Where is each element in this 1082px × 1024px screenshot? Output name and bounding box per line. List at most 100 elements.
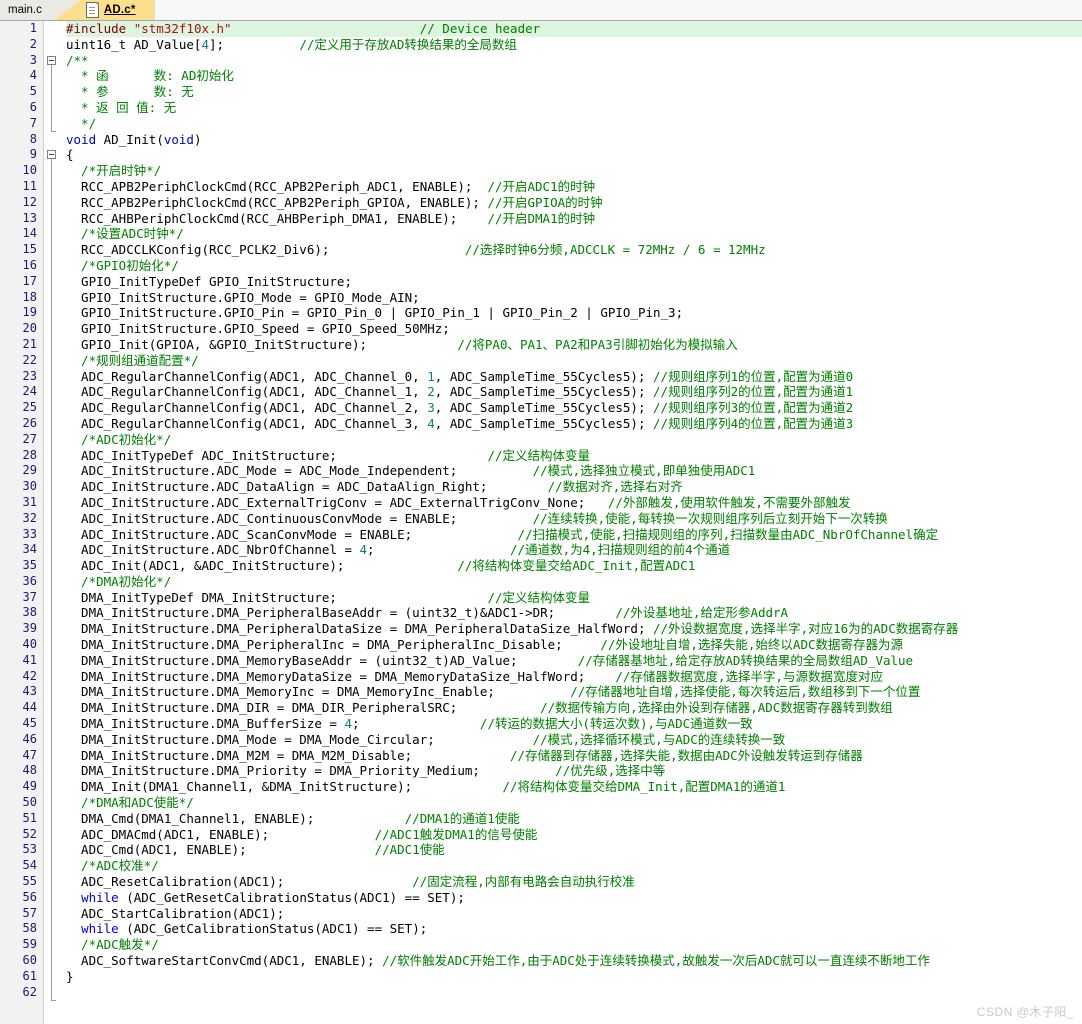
- code-line[interactable]: /*设置ADC时钟*/: [66, 226, 1082, 242]
- code-line[interactable]: ADC_InitStructure.ADC_DataAlign = ADC_Da…: [66, 479, 1082, 495]
- code-token: void: [163, 131, 194, 147]
- code-line[interactable]: #include "stm32f10x.h" // Device header: [66, 21, 1082, 37]
- code-line[interactable]: ADC_InitStructure.ADC_NbrOfChannel = 4; …: [66, 542, 1082, 558]
- source-code-area[interactable]: #include "stm32f10x.h" // Device header u…: [62, 21, 1082, 1024]
- code-line[interactable]: DMA_InitStructure.DMA_Priority = DMA_Pri…: [66, 763, 1082, 779]
- line-number: 57: [22, 905, 37, 920]
- code-line[interactable]: ADC_InitStructure.ADC_ExternalTrigConv =…: [66, 495, 1082, 511]
- code-line[interactable]: * 参 数: 无: [66, 84, 1082, 100]
- code-line[interactable]: uint16_t AD_Value[4]; //定义用于存放AD转换结果的全局数…: [66, 37, 1082, 53]
- code-token: * 参 数: 无: [66, 84, 194, 100]
- code-token: 2: [427, 384, 435, 400]
- code-line[interactable]: /*ADC触发*/: [66, 937, 1082, 953]
- code-line[interactable]: * 返 回 值: 无: [66, 100, 1082, 116]
- code-line[interactable]: }: [66, 969, 1082, 985]
- tab-ad-c[interactable]: AD.c*: [81, 0, 154, 20]
- line-number: 56: [22, 889, 37, 904]
- code-token: //外设基地址,给定形参AddrA: [615, 605, 789, 621]
- code-line[interactable]: RCC_APB2PeriphClockCmd(RCC_APB2Periph_GP…: [66, 195, 1082, 211]
- code-token: DMA_InitTypeDef DMA_InitStructure;: [66, 589, 488, 605]
- code-line[interactable]: GPIO_InitStructure.GPIO_Mode = GPIO_Mode…: [66, 290, 1082, 306]
- code-line[interactable]: /*开启时钟*/: [66, 163, 1082, 179]
- code-token: ADC_Init(ADC1, &ADC_InitStructure);: [66, 558, 458, 574]
- line-number: 33: [22, 526, 37, 541]
- code-line[interactable]: ADC_InitStructure.ADC_Mode = ADC_Mode_In…: [66, 463, 1082, 479]
- code-line[interactable]: DMA_InitStructure.DMA_MemoryInc = DMA_Me…: [66, 684, 1082, 700]
- code-line[interactable]: DMA_InitStructure.DMA_DIR = DMA_DIR_Peri…: [66, 700, 1082, 716]
- code-line[interactable]: /*DMA和ADC使能*/: [66, 795, 1082, 811]
- code-token: * 函 数: AD初始化: [66, 68, 234, 84]
- code-line[interactable]: GPIO_InitStructure.GPIO_Speed = GPIO_Spe…: [66, 321, 1082, 337]
- code-token: * 返 回 值: 无: [66, 99, 177, 115]
- code-line[interactable]: DMA_InitStructure.DMA_MemoryDataSize = D…: [66, 669, 1082, 685]
- tab-main-c[interactable]: main.c: [0, 0, 56, 20]
- code-line[interactable]: ADC_RegularChannelConfig(ADC1, ADC_Chann…: [66, 400, 1082, 416]
- code-token: ADC_StartCalibration(ADC1);: [66, 905, 285, 921]
- code-line[interactable]: {: [66, 147, 1082, 163]
- code-token: ADC_InitStructure.ADC_Mode = ADC_Mode_In…: [66, 463, 533, 479]
- code-line[interactable]: void AD_Init(void): [66, 132, 1082, 148]
- code-line[interactable]: while (ADC_GetCalibrationStatus(ADC1) ==…: [66, 921, 1082, 937]
- code-line[interactable]: ADC_RegularChannelConfig(ADC1, ADC_Chann…: [66, 369, 1082, 385]
- code-token: DMA_Init(DMA1_Channel1, &DMA_InitStructu…: [66, 779, 503, 795]
- code-line[interactable]: GPIO_InitStructure.GPIO_Pin = GPIO_Pin_0…: [66, 305, 1082, 321]
- code-line[interactable]: /*规则组通道配置*/: [66, 353, 1082, 369]
- line-number: 40: [22, 637, 37, 652]
- code-token: ;: [351, 716, 480, 732]
- code-line[interactable]: GPIO_Init(GPIOA, &GPIO_InitStructure); /…: [66, 337, 1082, 353]
- code-line[interactable]: /*ADC初始化*/: [66, 432, 1082, 448]
- code-line[interactable]: ADC_RegularChannelConfig(ADC1, ADC_Chann…: [66, 384, 1082, 400]
- code-line[interactable]: ADC_SoftwareStartConvCmd(ADC1, ENABLE); …: [66, 953, 1082, 969]
- code-token: 1: [427, 368, 435, 384]
- code-token: //固定流程,内部有电路会自动执行校准: [412, 874, 635, 890]
- code-line[interactable]: DMA_InitStructure.DMA_PeripheralDataSize…: [66, 621, 1082, 637]
- code-line[interactable]: /**: [66, 53, 1082, 69]
- code-line[interactable]: ADC_Cmd(ADC1, ENABLE); //ADC1使能: [66, 842, 1082, 858]
- code-line[interactable]: ADC_DMACmd(ADC1, ENABLE); //ADC1触发DMA1的信…: [66, 827, 1082, 843]
- code-line[interactable]: ADC_InitStructure.ADC_ScanConvMode = ENA…: [66, 527, 1082, 543]
- line-number: 43: [22, 684, 37, 699]
- code-line[interactable]: RCC_ADCCLKConfig(RCC_PCLK2_Div6); //选择时钟…: [66, 242, 1082, 258]
- code-token: //定义用于存放AD转换结果的全局数组: [299, 36, 517, 52]
- code-folding-column[interactable]: [44, 21, 62, 1024]
- code-line[interactable]: DMA_InitStructure.DMA_M2M = DMA_M2M_Disa…: [66, 748, 1082, 764]
- line-number: 41: [22, 652, 37, 667]
- document-icon: [85, 2, 99, 18]
- code-line[interactable]: * 函 数: AD初始化: [66, 68, 1082, 84]
- code-line[interactable]: DMA_InitStructure.DMA_PeripheralInc = DM…: [66, 637, 1082, 653]
- code-line[interactable]: DMA_InitTypeDef DMA_InitStructure; //定义结…: [66, 590, 1082, 606]
- code-line[interactable]: DMA_Init(DMA1_Channel1, &DMA_InitStructu…: [66, 779, 1082, 795]
- code-line[interactable]: ADC_InitStructure.ADC_ContinuousConvMode…: [66, 511, 1082, 527]
- code-line[interactable]: DMA_InitStructure.DMA_PeripheralBaseAddr…: [66, 605, 1082, 621]
- code-line[interactable]: RCC_APB2PeriphClockCmd(RCC_APB2Periph_AD…: [66, 179, 1082, 195]
- code-line[interactable]: DMA_InitStructure.DMA_MemoryBaseAddr = (…: [66, 653, 1082, 669]
- code-line[interactable]: ADC_StartCalibration(ADC1);: [66, 906, 1082, 922]
- code-token: DMA_InitStructure.DMA_PeripheralBaseAddr…: [66, 605, 616, 621]
- code-line[interactable]: /*ADC校准*/: [66, 858, 1082, 874]
- code-line[interactable]: [66, 985, 1082, 1001]
- code-line[interactable]: RCC_AHBPeriphClockCmd(RCC_AHBPeriph_DMA1…: [66, 211, 1082, 227]
- code-line[interactable]: ADC_InitTypeDef ADC_InitStructure; //定义结…: [66, 448, 1082, 464]
- fold-collapse-icon[interactable]: [47, 55, 56, 65]
- code-line[interactable]: ADC_ResetCalibration(ADC1); //固定流程,内部有电路…: [66, 874, 1082, 890]
- fold-collapse-icon[interactable]: [47, 150, 56, 160]
- code-line[interactable]: GPIO_InitTypeDef GPIO_InitStructure;: [66, 274, 1082, 290]
- code-token: (ADC_GetCalibrationStatus(ADC1) == SET);: [118, 921, 428, 937]
- code-line[interactable]: */: [66, 116, 1082, 132]
- code-line[interactable]: while (ADC_GetResetCalibrationStatus(ADC…: [66, 890, 1082, 906]
- code-line[interactable]: /*DMA初始化*/: [66, 574, 1082, 590]
- code-line[interactable]: ADC_RegularChannelConfig(ADC1, ADC_Chann…: [66, 416, 1082, 432]
- code-line[interactable]: /*GPIO初始化*/: [66, 258, 1082, 274]
- code-token: //外设地址自增,选择失能,始终以ADC数据寄存器为源: [600, 637, 904, 653]
- code-token: DMA_InitStructure.DMA_DIR = DMA_DIR_Peri…: [66, 700, 541, 716]
- code-line[interactable]: DMA_InitStructure.DMA_BufferSize = 4; //…: [66, 716, 1082, 732]
- code-line[interactable]: DMA_Cmd(DMA1_Channel1, ENABLE); //DMA1的通…: [66, 811, 1082, 827]
- code-line[interactable]: ADC_Init(ADC1, &ADC_InitStructure); //将结…: [66, 558, 1082, 574]
- code-token: }: [66, 968, 74, 984]
- code-token: //存储器地址自增,选择使能,每次转运后,数组移到下一个位置: [570, 684, 921, 700]
- code-editor[interactable]: 1 2 3 4 5 6 7 8 9 10 11 12 13 14 15 16 17 18 19 20 21 22 23 24 2…: [0, 21, 1082, 1024]
- code-line[interactable]: DMA_InitStructure.DMA_Mode = DMA_Mode_Ci…: [66, 732, 1082, 748]
- line-number: 60: [22, 953, 37, 968]
- line-number: 5: [29, 84, 37, 99]
